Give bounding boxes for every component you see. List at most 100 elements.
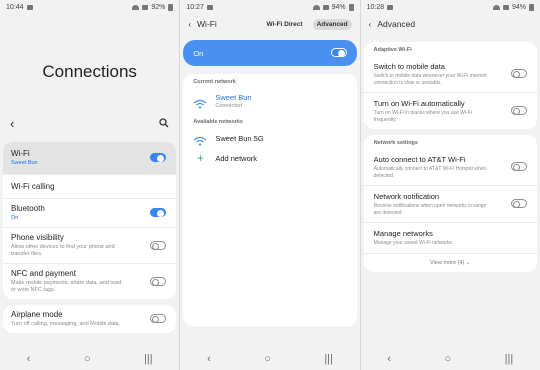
item-title: Switch to mobile data bbox=[373, 62, 445, 71]
list-item-airplane[interactable]: Airplane mode Turn off calling, messagin… bbox=[3, 305, 176, 333]
back-icon[interactable]: ‹ bbox=[207, 353, 211, 365]
wifi-auto-on-toggle[interactable] bbox=[510, 106, 527, 115]
airplane-toggle[interactable] bbox=[150, 314, 167, 323]
list-item-wifi-calling[interactable]: Wi-Fi calling bbox=[3, 175, 177, 199]
battery-icon bbox=[168, 3, 174, 11]
nav-bar: ‹ ○ ||| bbox=[0, 348, 180, 370]
wifi-signal-icon bbox=[312, 4, 320, 10]
battery-percent: 94% bbox=[511, 3, 526, 11]
item-subtitle: Turn off calling, messaging, and Mobile … bbox=[11, 321, 121, 327]
item-title: Wi-Fi bbox=[11, 149, 30, 158]
wifi-toggle[interactable] bbox=[150, 153, 167, 162]
item-title: Bluetooth bbox=[11, 204, 45, 213]
available-network[interactable]: Sweet Bun 5G bbox=[183, 128, 356, 148]
network-name: Sweet Bun 5G bbox=[215, 133, 264, 143]
list-item-wifi[interactable]: Wi-Fi Sweet Bun bbox=[3, 142, 177, 175]
wifi-direct-button[interactable]: Wi-Fi Direct bbox=[263, 19, 307, 30]
gallery-icon bbox=[206, 4, 213, 10]
network-status: Connected bbox=[215, 103, 242, 109]
section-header: Network settings bbox=[373, 140, 418, 146]
item-title: Phone visibility bbox=[11, 233, 64, 242]
nav-bar: ‹ ○ ||| bbox=[360, 348, 540, 370]
list-item-bluetooth[interactable]: Bluetooth On bbox=[3, 199, 177, 228]
wifi-toggle[interactable] bbox=[330, 48, 347, 57]
settings-card: Wi-Fi Sweet Bun Wi-Fi calling Bluetooth … bbox=[3, 142, 177, 299]
view-more-button[interactable]: View more (4) ⌄ bbox=[364, 254, 537, 272]
wifi-icon bbox=[193, 133, 207, 146]
networks-card: Current network Sweet Bun Connected Avai… bbox=[183, 74, 357, 326]
item-subtitle: Automatically connect to AT&T Wi-Fi Hots… bbox=[373, 166, 487, 179]
network-name: Sweet Bun bbox=[215, 93, 252, 102]
status-bar: 10:28 94% bbox=[361, 0, 540, 14]
list-item-nfc[interactable]: NFC and payment Make mobile payments, sh… bbox=[3, 264, 176, 299]
item-title: Airplane mode bbox=[11, 310, 63, 319]
battery-icon bbox=[348, 3, 354, 11]
back-icon[interactable]: ‹ bbox=[188, 20, 191, 29]
cell-signal-icon bbox=[142, 4, 149, 10]
search-icon[interactable] bbox=[159, 116, 169, 131]
cell-signal-icon bbox=[322, 4, 329, 10]
item-subtitle: Allow other devices to find your phone a… bbox=[11, 244, 115, 257]
advanced-button[interactable]: Advanced bbox=[312, 18, 352, 30]
view-more-label: View more (4) bbox=[430, 259, 465, 266]
plus-icon: + bbox=[196, 151, 204, 165]
phone-connections: 10:44 92% Connections ‹ Wi-Fi Sweet Bun … bbox=[0, 0, 180, 370]
phone-wifi: 10:27 94% ‹ Wi-Fi Wi-Fi Direct Advanced … bbox=[180, 0, 360, 370]
list-item-phone-visibility[interactable]: Phone visibility Allow other devices to … bbox=[3, 228, 177, 264]
nav-bar: ‹ ○ ||| bbox=[180, 348, 360, 370]
item-subtitle: Manage your saved Wi-Fi networks. bbox=[373, 240, 454, 246]
battery-percent: 92% bbox=[151, 3, 166, 11]
network-notification-toggle[interactable] bbox=[510, 199, 527, 208]
nfc-toggle[interactable] bbox=[150, 276, 167, 286]
item-title: Wi-Fi calling bbox=[11, 182, 55, 191]
wifi-master-switch[interactable]: On bbox=[183, 40, 357, 66]
wifi-icon bbox=[193, 96, 207, 109]
home-icon[interactable]: ○ bbox=[84, 353, 91, 365]
item-subtitle: Turn on Wi-Fi in places where you use Wi… bbox=[373, 110, 472, 123]
auto-connect-toggle[interactable] bbox=[510, 162, 527, 171]
recents-icon[interactable]: ||| bbox=[324, 353, 333, 365]
status-time: 10:28 bbox=[366, 3, 385, 11]
wifi-signal-icon bbox=[492, 4, 500, 10]
page-title: Connections bbox=[42, 62, 137, 81]
list-item-network-notification[interactable]: Network notification Receive notificatio… bbox=[363, 186, 537, 223]
wifi-signal-icon bbox=[132, 4, 140, 10]
section-header: Current network bbox=[193, 79, 236, 85]
status-bar: 10:44 92% bbox=[0, 0, 179, 14]
status-bar: 10:27 94% bbox=[180, 0, 359, 14]
list-item-manage-networks[interactable]: Manage networks Manage your saved Wi-Fi … bbox=[363, 223, 537, 254]
battery-icon bbox=[528, 3, 534, 11]
item-title: Auto connect to AT&T Wi-Fi bbox=[373, 155, 466, 164]
bluetooth-toggle[interactable] bbox=[150, 208, 167, 217]
cell-signal-icon bbox=[502, 4, 509, 10]
current-network[interactable]: Sweet Bun Connected bbox=[183, 88, 356, 114]
recents-icon[interactable]: ||| bbox=[505, 353, 514, 365]
battery-percent: 94% bbox=[331, 3, 346, 11]
switch-mobile-data-toggle[interactable] bbox=[510, 69, 527, 78]
chevron-down-icon: ⌄ bbox=[465, 259, 471, 266]
add-network-label: Add network bbox=[215, 153, 258, 163]
list-item-switch-mobile-data[interactable]: Switch to mobile data Switch to mobile d… bbox=[363, 56, 537, 93]
phone-visibility-toggle[interactable] bbox=[150, 240, 167, 250]
item-subtitle: Receive notifications when open networks… bbox=[373, 203, 487, 216]
item-title: Turn on Wi-Fi automatically bbox=[373, 99, 465, 108]
list-item-wifi-auto-on[interactable]: Turn on Wi-Fi automatically Turn on Wi-F… bbox=[364, 93, 537, 129]
recents-icon[interactable]: ||| bbox=[144, 353, 153, 365]
item-title: Manage networks bbox=[373, 229, 433, 238]
list-item-auto-connect-att[interactable]: Auto connect to AT&T Wi-Fi Automatically… bbox=[363, 149, 537, 186]
back-icon[interactable]: ‹ bbox=[369, 20, 372, 29]
back-icon[interactable]: ‹ bbox=[10, 116, 14, 131]
gallery-icon bbox=[387, 4, 394, 10]
on-label: On bbox=[193, 48, 204, 58]
home-icon[interactable]: ○ bbox=[445, 353, 452, 365]
phone-advanced: 10:28 94% ‹ Advanced Adaptive Wi-Fi Swit… bbox=[360, 0, 540, 370]
home-icon[interactable]: ○ bbox=[264, 353, 271, 365]
item-subtitle: Sweet Bun bbox=[11, 160, 38, 166]
section-header: Adaptive Wi-Fi bbox=[373, 47, 412, 53]
section-header: Available networks bbox=[193, 119, 243, 125]
status-time: 10:27 bbox=[186, 3, 204, 11]
add-network-button[interactable]: + Add network bbox=[183, 148, 356, 168]
back-icon[interactable]: ‹ bbox=[27, 353, 31, 365]
network-settings-card: Network settings Auto connect to AT&T Wi… bbox=[363, 135, 537, 272]
back-icon[interactable]: ‹ bbox=[387, 353, 391, 365]
